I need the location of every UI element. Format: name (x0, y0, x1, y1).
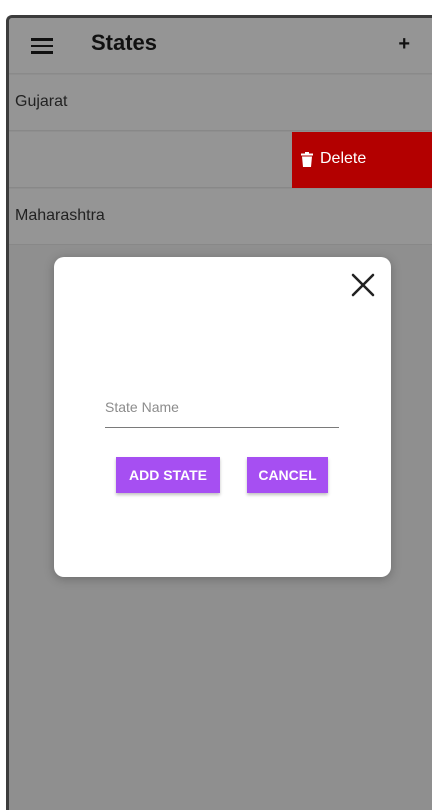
list-item-label: Gujarat (15, 93, 68, 110)
cancel-button[interactable]: CANCEL (247, 457, 328, 493)
list-item[interactable]: Maharashtra (9, 189, 432, 245)
list-item[interactable]: Gujarat (9, 75, 432, 131)
screen: States + Gujarat Delete Maharashtra Stat… (0, 0, 432, 810)
close-icon[interactable] (349, 271, 377, 299)
app-bar: States + (9, 18, 432, 74)
add-state-icon[interactable]: + (398, 32, 410, 56)
state-name-input[interactable] (105, 399, 339, 415)
state-name-field (105, 395, 339, 428)
add-state-button[interactable]: ADD STATE (116, 457, 220, 493)
app-window: States + Gujarat Delete Maharashtra Stat… (6, 15, 432, 810)
list-item-label: Maharashtra (15, 207, 105, 224)
delete-label: Delete (320, 150, 367, 167)
delete-button[interactable]: Delete (292, 132, 432, 188)
trash-icon (301, 152, 313, 167)
hamburger-menu-icon[interactable] (31, 38, 53, 54)
list-item[interactable]: Delete (9, 132, 432, 188)
page-title: States (91, 30, 158, 55)
add-state-dialog: ADD STATE CANCEL (54, 257, 391, 577)
